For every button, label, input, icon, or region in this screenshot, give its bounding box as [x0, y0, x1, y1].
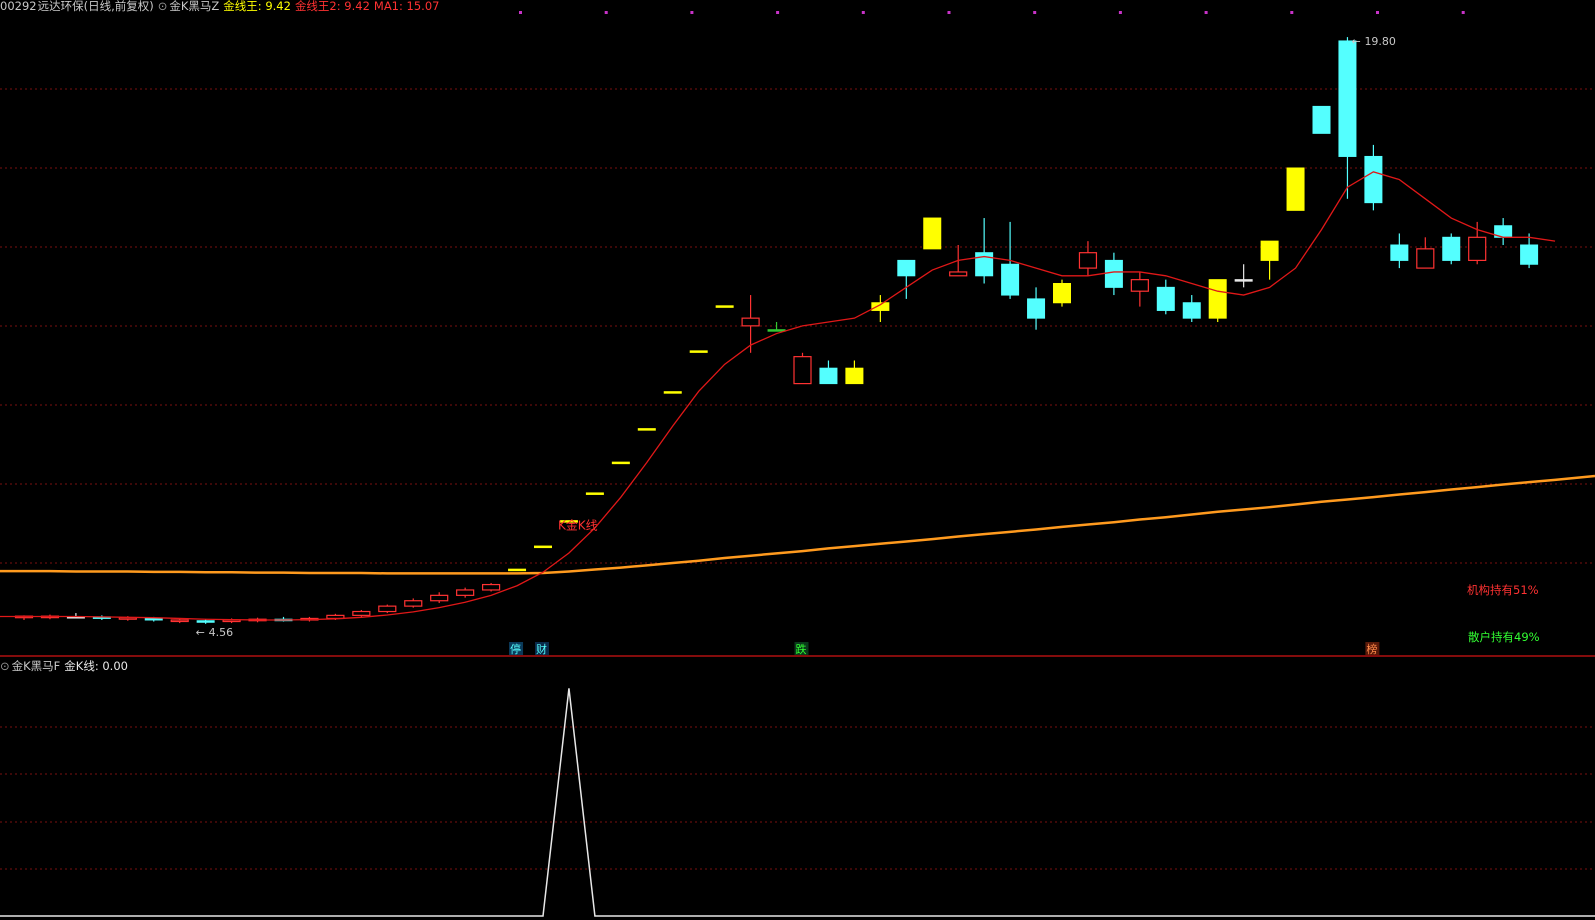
sub-indicator-value: 金K线: 0.00 — [64, 659, 128, 673]
candle-body — [430, 594, 449, 602]
candle-body — [378, 605, 397, 613]
candle-body — [196, 620, 215, 623]
candle-body — [1260, 240, 1279, 261]
candle-body — [1156, 286, 1175, 311]
dot — [519, 11, 522, 14]
dot — [776, 11, 780, 14]
retail-holding-label: 散户持有49% — [1468, 630, 1540, 644]
jxw-value: 金线王: 9.42 — [223, 0, 291, 13]
dot — [1461, 11, 1465, 14]
main-grid — [0, 88, 1595, 564]
dot — [861, 11, 865, 14]
marker-text: 跌 — [796, 642, 807, 656]
main-header: 00292远达环保(日线,前复权) ⊙ 金K黑马Z 金线王: 9.42 金线王2: 9.… — [0, 0, 443, 13]
ma1-value: MA1: 15.07 — [373, 0, 440, 13]
candle-body — [534, 545, 552, 549]
ma-long-line — [0, 474, 1595, 575]
jxw2-value: 金线王2: 9.42 — [294, 0, 370, 13]
candle-body — [1234, 279, 1253, 282]
candle-body — [1053, 283, 1071, 304]
candle-body — [845, 367, 864, 385]
stock-name[interactable]: 远达环保 — [38, 0, 84, 13]
period-label: (日线,前复权) — [83, 0, 154, 13]
candle-body — [1390, 244, 1409, 261]
marker-text: 榜 — [1366, 642, 1377, 656]
sub-indicator-name[interactable]: 金K黑马F — [12, 659, 61, 673]
golden-k-label: K金K线 — [558, 518, 598, 533]
dot — [1204, 11, 1208, 14]
candles — [14, 37, 1539, 624]
candle-body — [508, 568, 527, 572]
candle-body — [949, 271, 968, 277]
candle-body — [144, 617, 163, 621]
candle-body — [1338, 40, 1357, 157]
candle-body — [1208, 279, 1227, 319]
candle-body — [637, 428, 656, 431]
candle-body — [1312, 105, 1331, 134]
candle-body — [1416, 248, 1435, 269]
dot — [1118, 11, 1122, 14]
candle-body — [404, 600, 423, 607]
candle-body — [1520, 244, 1539, 265]
candle-body — [611, 461, 630, 465]
candle-body — [1468, 236, 1487, 262]
candle-body — [482, 583, 501, 591]
sub-grid — [0, 726, 1595, 870]
candle-body — [1104, 259, 1123, 288]
high-price-label: 19.80 — [1364, 35, 1396, 48]
event-markers: 停财跌榜 — [509, 642, 1380, 656]
candle-body — [1182, 302, 1201, 319]
candle-body — [170, 619, 189, 623]
marker-text: 财 — [536, 642, 547, 656]
candle-body — [352, 610, 371, 616]
candle-body — [1130, 279, 1149, 292]
candle-body — [819, 367, 838, 385]
dot — [1376, 11, 1379, 14]
candle-body — [663, 391, 682, 394]
indicator-toggle-icon[interactable]: ⊙ — [158, 0, 168, 13]
marker-text: 停 — [510, 642, 521, 656]
candle-body — [897, 259, 916, 277]
candle-body — [1364, 155, 1383, 204]
candle-body — [1027, 298, 1046, 319]
candle-body — [715, 305, 734, 308]
candle-body — [767, 329, 786, 332]
dot — [1033, 11, 1037, 14]
indicator-name[interactable]: 金K黑马Z — [169, 0, 219, 13]
institution-holding-label: 机构持有51% — [1467, 583, 1539, 597]
low-price-label: 4.56 — [209, 626, 234, 639]
dot — [1290, 11, 1294, 14]
sub-header: ⊙ 金K黑马F 金K线: 0.00 — [0, 660, 132, 673]
candle-body — [1442, 236, 1461, 261]
candle-body — [456, 589, 475, 596]
candle-body — [689, 350, 708, 353]
high-arrow-icon: ← — [1351, 35, 1360, 48]
kline-chart[interactable]: 19.80 ← 4.56 ← K金K线 机构持有51% 散户持有49% 停 财 跌 榜 — [0, 0, 1595, 920]
candle-body — [1001, 263, 1020, 296]
candle-body — [741, 317, 760, 327]
candle-body — [1286, 167, 1305, 211]
candle-body — [923, 217, 942, 250]
low-arrow-icon: ← — [196, 626, 205, 639]
sub-indicator-toggle-icon[interactable]: ⊙ — [0, 659, 10, 673]
dot — [690, 11, 694, 14]
signal-line — [0, 688, 1595, 917]
candle-body — [1078, 252, 1098, 269]
top-dots — [519, 11, 1465, 14]
candle-body — [793, 356, 812, 385]
candle-body — [585, 492, 604, 495]
dot — [604, 11, 608, 14]
stock-code[interactable]: 00292 — [0, 0, 37, 13]
dot — [947, 11, 951, 14]
